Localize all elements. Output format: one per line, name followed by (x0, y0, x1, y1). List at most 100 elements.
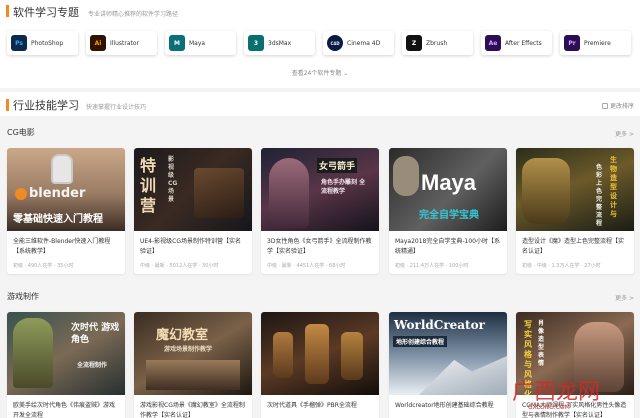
software-card-aftereffects[interactable]: Ae After Effects (481, 31, 552, 55)
thumbnail-title: 次时代 游戏角色 (71, 323, 120, 345)
blender-logo: blender (29, 186, 86, 201)
more-software-label: 查看24个软件专题 (291, 70, 342, 77)
course-thumbnail: 特训营 影视级CG场景 (134, 148, 252, 231)
course-title: 造型设计《魔》造型上色完整流程【实名认证】 (522, 238, 625, 255)
category-title: CG电影 (7, 128, 35, 137)
software-label: After Effects (505, 39, 542, 47)
course-meta: 初级 · 490人在学 · 35小时 (13, 263, 74, 269)
category-more-link[interactable]: 更多 > (615, 129, 634, 138)
course-meta: 初级 · 211.4万人在学 · 100小时 (395, 263, 469, 269)
thumbnail-subtitle: 肖像造型表情 (538, 320, 545, 367)
thumbnail-title: 特训营 (140, 156, 157, 215)
thumbnail-subtitle: 色彩上色完整流程 (596, 164, 603, 227)
course-thumbnail: Maya 完全自学宝典 (389, 148, 507, 231)
watermark-logo: 广西龙网 (512, 380, 601, 405)
course-card[interactable]: 次时代道具《手榴弹》PBR全流程 (261, 312, 379, 418)
thumbnail-subtitle: 游戏场景制作教学 (164, 346, 213, 353)
grenade-prop (305, 324, 329, 384)
illustrator-icon: Ai (90, 35, 106, 51)
course-thumbnail: 女弓箭手 角色手办雕刻 全流程教学 (261, 148, 379, 231)
blender-icon (15, 188, 27, 200)
section-accent-bar (6, 5, 9, 17)
course-card[interactable]: 次时代 游戏角色 全流程制作 欧美手绘次时代角色《伟痕盗贼》游戏开发全流程 (7, 312, 125, 418)
course-title: UE4-影视级CG场景制作特训营【实名验证】 (140, 238, 242, 255)
course-title: 游戏影视CG场景《魔幻教室》全流程制作教学【实名认证】 (140, 402, 245, 418)
course-meta: 中级 · 最新 · 4451人在学 · 68小时 (267, 263, 346, 269)
course-title: Worldcreator地形创建基础综合教程 (395, 402, 494, 409)
thumbnail-title: 女弓箭手 (317, 158, 358, 173)
cinema4d-icon: C4D (327, 35, 343, 51)
course-thumbnail: blender 零基础快速入门教程 (7, 148, 125, 231)
software-section-title: 软件学习专题 (13, 6, 79, 19)
software-label: Premiere (584, 39, 611, 47)
course-card[interactable]: 女弓箭手 角色手办雕刻 全流程教学 3D女性角色《女弓箭手》全流程制作教学【实名… (261, 148, 379, 274)
software-label: Illustrator (110, 39, 140, 47)
classroom-artwork (146, 360, 240, 390)
course-card[interactable]: 特训营 影视级CG场景 UE4-影视级CG场景制作特训营【实名验证】 中级 · … (134, 148, 252, 274)
maya-logo-text: Maya (421, 170, 477, 195)
course-card[interactable]: blender 零基础快速入门教程 全能三维软件-Blender快速入门教程【系… (7, 148, 125, 274)
software-strip: Ps PhotoShop Ai Illustrator M Maya 3 3ds… (0, 22, 640, 88)
zbrush-icon: Z (406, 35, 422, 51)
thumbnail-title: 魔幻教室 (156, 328, 209, 343)
software-label: Cinema 4D (347, 39, 381, 47)
course-thumbnail: 生物造型设计与 色彩上色完整流程 (516, 148, 634, 231)
thumbnail-subtitle: 角色手办雕刻 全流程教学 (321, 179, 366, 195)
software-card-maya[interactable]: M Maya (165, 31, 236, 55)
scene-artwork (194, 168, 244, 218)
software-label: Zbrush (426, 39, 448, 47)
software-card-3dsmax[interactable]: 3 3dsMax (244, 31, 315, 55)
thumbnail-title: WorldCreator (394, 318, 485, 332)
software-label: PhotoShop (31, 39, 64, 47)
industry-section-subtitle: 快速掌握行业设计技巧 (86, 104, 147, 111)
software-card-photoshop[interactable]: Ps PhotoShop (7, 31, 78, 55)
maya-icon: M (169, 35, 185, 51)
grenade-prop (341, 332, 363, 380)
astronaut-figure (51, 154, 73, 184)
thumbnail-subtitle: 完全自学宝典 (419, 210, 479, 221)
course-thumbnail: 魔幻教室 游戏场景制作教学 (134, 312, 252, 395)
course-meta: 初级 · 中级 · 1.3万人在学 · 27小时 (522, 263, 601, 269)
creature-figure (522, 158, 570, 224)
change-sort-button[interactable]: 更改排序 (601, 101, 634, 110)
software-card-zbrush[interactable]: Z Zbrush (402, 31, 473, 55)
thumbnail-subtitle: 地形创建综合教程 (393, 336, 448, 347)
thumbnail-subtitle: 影视级CG场景 (168, 156, 178, 203)
industry-section-header: 行业技能学习 快速掌握行业设计技巧 更改排序 (0, 92, 640, 116)
photoshop-icon: Ps (11, 35, 27, 51)
thumbnail-title: 生物造型设计与 (610, 156, 617, 218)
software-card-premiere[interactable]: Pr Premiere (560, 31, 631, 55)
course-card[interactable]: Maya 完全自学宝典 Maya2018完全自学宝典-100小时【系统精通】 初… (389, 148, 507, 274)
course-thumbnail (261, 312, 379, 395)
industry-section-title: 行业技能学习 (13, 99, 79, 112)
course-thumbnail: 次时代 游戏角色 全流程制作 (7, 312, 125, 395)
category-more-link[interactable]: 更多 > (615, 293, 634, 302)
course-card[interactable]: WorldCreator 地形创建综合教程 Worldcreator地形创建基础… (389, 312, 507, 418)
3dsmax-icon: 3 (248, 35, 264, 51)
thumbnail-title: 零基础快速入门教程 (13, 214, 103, 225)
course-title: 次时代道具《手榴弹》PBR全流程 (267, 402, 357, 409)
creature-figure (393, 156, 419, 196)
course-title: 欧美手绘次时代角色《伟痕盗贼》游戏开发全流程 (13, 402, 116, 418)
premiere-icon: Pr (564, 35, 580, 51)
course-title: 3D女性角色《女弓箭手》全流程制作教学【实名验证】 (267, 238, 372, 255)
course-thumbnail: WorldCreator 地形创建综合教程 (389, 312, 507, 395)
software-section-subtitle: 专业讲师精心推荐的软件学习路径 (88, 11, 179, 18)
software-card-cinema4d[interactable]: C4D Cinema 4D (323, 31, 394, 55)
course-card[interactable]: 生物造型设计与 色彩上色完整流程 造型设计《魔》造型上色完整流程【实名认证】 初… (516, 148, 634, 274)
software-card-illustrator[interactable]: Ai Illustrator (86, 31, 157, 55)
character-figure (13, 318, 53, 388)
chevron-down-icon: ⌄ (343, 70, 349, 77)
more-software-link[interactable]: 查看24个软件专题 ⌄ (0, 68, 640, 77)
course-title: 全能三维软件-Blender快速入门教程【系统教学】 (13, 238, 111, 255)
terrain-artwork (419, 356, 507, 395)
course-card[interactable]: 魔幻教室 游戏场景制作教学 游戏影视CG场景《魔幻教室》全流程制作教学【实名认证… (134, 312, 252, 418)
grenade-prop (273, 332, 293, 378)
aftereffects-icon: Ae (485, 35, 501, 51)
course-meta: 中级 · 最新 · 5012人在学 · 30小时 (140, 263, 219, 269)
thumbnail-subtitle: 全流程制作 (77, 362, 108, 369)
software-label: Maya (189, 39, 206, 47)
watermark-subtext: GXLONG.COM (528, 404, 570, 411)
software-label: 3dsMax (268, 39, 292, 47)
course-title: Maya2018完全自学宝典-100小时【系统精通】 (395, 238, 500, 255)
